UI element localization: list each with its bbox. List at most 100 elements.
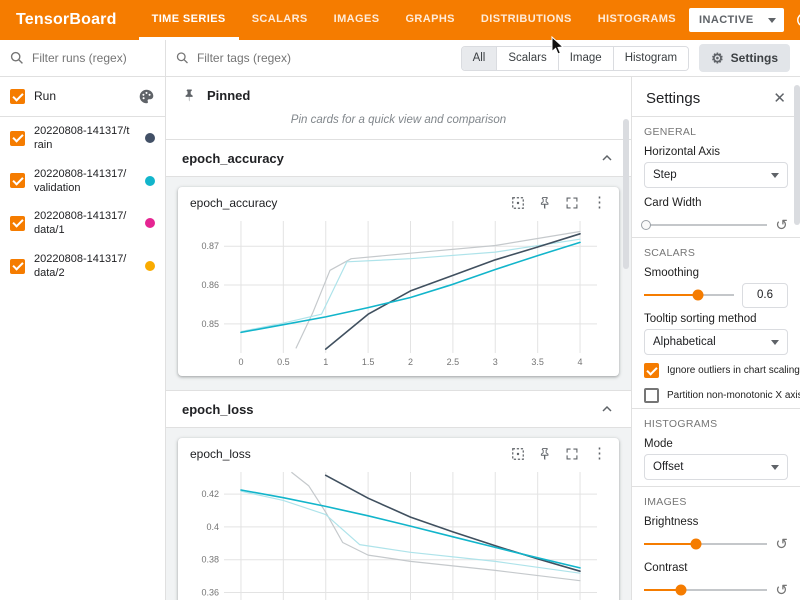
contrast-label: Contrast bbox=[644, 556, 788, 578]
search-icon bbox=[10, 51, 24, 65]
palette-icon[interactable] bbox=[138, 88, 155, 105]
card-width-slider[interactable] bbox=[644, 224, 767, 226]
card-width-label: Card Width bbox=[644, 191, 788, 213]
pinned-empty-hint: Pin cards for a quick view and compariso… bbox=[166, 109, 631, 140]
tab-scalars[interactable]: SCALARS bbox=[239, 0, 321, 40]
run-master-label: Run bbox=[34, 89, 129, 105]
run-row-train[interactable]: 20220808-141317/train bbox=[0, 117, 165, 160]
slider-thumb[interactable] bbox=[693, 290, 704, 301]
main-nav: TIME SERIES SCALARS IMAGES GRAPHS DISTRI… bbox=[139, 0, 689, 40]
topbar-actions: INACTIVE ↻ ⚙ ? bbox=[689, 8, 800, 32]
scalar-card-epoch-accuracy: epoch_accuracy bbox=[178, 187, 619, 376]
svg-text:0.4: 0.4 bbox=[206, 522, 219, 532]
settings-panel-title: Settings bbox=[646, 90, 700, 107]
horizontal-axis-label: Horizontal Axis bbox=[644, 140, 788, 162]
pin-card-button[interactable] bbox=[538, 447, 552, 461]
slider-thumb[interactable] bbox=[690, 539, 701, 550]
contrast-slider[interactable] bbox=[644, 589, 767, 591]
expand-card-button[interactable] bbox=[565, 196, 579, 210]
reload-status-value: INACTIVE bbox=[699, 14, 754, 26]
fit-domain-icon[interactable] bbox=[511, 196, 525, 210]
smoothing-value-input[interactable]: 0.6 bbox=[742, 283, 788, 308]
tab-graphs[interactable]: GRAPHS bbox=[392, 0, 467, 40]
card-menu-button[interactable]: ⋮ bbox=[592, 195, 607, 210]
pin-card-button[interactable] bbox=[538, 196, 552, 210]
horizontal-axis-value: Step bbox=[653, 169, 677, 181]
tag-type-filter-group: All Scalars Image Histogram bbox=[461, 46, 690, 71]
tab-histograms[interactable]: HISTOGRAMS bbox=[585, 0, 689, 40]
svg-text:2: 2 bbox=[408, 357, 413, 367]
svg-text:3.5: 3.5 bbox=[531, 357, 544, 367]
close-icon[interactable]: ✕ bbox=[773, 89, 786, 107]
reload-status-dropdown[interactable]: INACTIVE bbox=[689, 8, 784, 32]
settings-button[interactable]: ⚙ Settings bbox=[699, 44, 790, 72]
runs-sidebar: Run 20220808-141317/train 20220808-14131… bbox=[0, 40, 166, 600]
ignore-outliers-row[interactable]: Ignore outliers in chart scaling bbox=[644, 358, 788, 383]
histogram-mode-label: Mode bbox=[644, 432, 788, 454]
run-color-dot bbox=[145, 133, 155, 143]
fit-domain-icon[interactable] bbox=[511, 447, 525, 461]
scrollbar-thumb[interactable] bbox=[794, 85, 800, 225]
chevron-down-icon bbox=[771, 340, 779, 345]
filter-all-button[interactable]: All bbox=[462, 47, 498, 70]
brightness-slider[interactable] bbox=[644, 543, 767, 545]
section-epoch-loss[interactable]: epoch_loss bbox=[166, 391, 631, 428]
smoothing-slider[interactable] bbox=[644, 294, 734, 296]
ignore-outliers-label: Ignore outliers in chart scaling bbox=[667, 364, 800, 377]
filter-histogram-button[interactable]: Histogram bbox=[614, 47, 688, 70]
theme-toggle-button[interactable] bbox=[793, 9, 800, 31]
card-menu-button[interactable]: ⋮ bbox=[592, 446, 607, 461]
general-heading: GENERAL bbox=[644, 117, 788, 140]
reset-icon[interactable]: ↺ bbox=[775, 537, 788, 552]
tooltip-sorting-select[interactable]: Alphabetical bbox=[644, 329, 788, 355]
run-checkbox[interactable] bbox=[10, 259, 25, 274]
tab-images[interactable]: IMAGES bbox=[321, 0, 393, 40]
partition-x-axis-row[interactable]: Partition non-monotonic X axis ? bbox=[644, 383, 788, 408]
run-master-row[interactable]: Run bbox=[0, 77, 165, 117]
run-row-data-1[interactable]: 20220808-141317/data/1 bbox=[0, 202, 165, 245]
tab-time-series[interactable]: TIME SERIES bbox=[139, 0, 239, 40]
run-color-dot bbox=[145, 261, 155, 271]
section-epoch-accuracy[interactable]: epoch_accuracy bbox=[166, 140, 631, 177]
filter-image-button[interactable]: Image bbox=[559, 47, 614, 70]
tab-distributions[interactable]: DISTRIBUTIONS bbox=[468, 0, 585, 40]
run-master-checkbox[interactable] bbox=[10, 89, 25, 104]
brightness-label: Brightness bbox=[644, 510, 788, 532]
filter-tags-input[interactable] bbox=[197, 51, 451, 65]
scrollbar-thumb[interactable] bbox=[623, 119, 629, 269]
run-checkbox[interactable] bbox=[10, 131, 25, 146]
card-toolbar: ⋮ bbox=[511, 195, 607, 210]
filter-runs-input[interactable] bbox=[32, 51, 155, 65]
run-row-data-2[interactable]: 20220808-141317/data/2 bbox=[0, 245, 165, 288]
slider-thumb[interactable] bbox=[641, 220, 651, 230]
pinned-section-header: Pinned bbox=[166, 77, 631, 109]
ignore-outliers-checkbox[interactable] bbox=[644, 363, 659, 378]
histogram-mode-select[interactable]: Offset bbox=[644, 454, 788, 480]
run-checkbox[interactable] bbox=[10, 216, 25, 231]
settings-panel: Settings ✕ GENERAL Horizontal Axis Step … bbox=[632, 77, 800, 600]
tag-filter-row bbox=[176, 51, 451, 65]
horizontal-axis-select[interactable]: Step bbox=[644, 162, 788, 188]
filter-scalars-button[interactable]: Scalars bbox=[497, 47, 558, 70]
expand-card-button[interactable] bbox=[565, 447, 579, 461]
chevron-up-icon[interactable] bbox=[599, 401, 615, 417]
slider-thumb[interactable] bbox=[676, 585, 687, 596]
card-title: epoch_loss bbox=[190, 447, 251, 461]
run-checkbox[interactable] bbox=[10, 173, 25, 188]
histograms-heading: HISTOGRAMS bbox=[644, 409, 788, 432]
section-title: epoch_loss bbox=[182, 402, 254, 417]
chevron-up-icon[interactable] bbox=[599, 150, 615, 166]
reset-icon[interactable]: ↺ bbox=[775, 218, 788, 233]
partition-x-axis-label: Partition non-monotonic X axis bbox=[667, 389, 800, 402]
contrast-row: ↺ bbox=[644, 578, 788, 600]
tag-filter-toolbar: All Scalars Image Histogram ⚙ Settings bbox=[166, 40, 800, 77]
partition-x-axis-checkbox[interactable] bbox=[644, 388, 659, 403]
epoch-accuracy-chart[interactable]: 00.511.522.533.540.850.860.87 bbox=[188, 213, 609, 371]
tooltip-sorting-value: Alphabetical bbox=[653, 336, 716, 348]
reset-icon[interactable]: ↺ bbox=[775, 583, 788, 598]
scalar-card-epoch-loss: epoch_loss bbox=[178, 438, 619, 600]
card-header: epoch_accuracy bbox=[188, 194, 609, 213]
tooltip-sorting-label: Tooltip sorting method bbox=[644, 307, 788, 329]
epoch-loss-chart[interactable]: 00.511.522.533.540.360.380.40.42 bbox=[188, 464, 609, 600]
run-row-validation[interactable]: 20220808-141317/validation bbox=[0, 160, 165, 203]
